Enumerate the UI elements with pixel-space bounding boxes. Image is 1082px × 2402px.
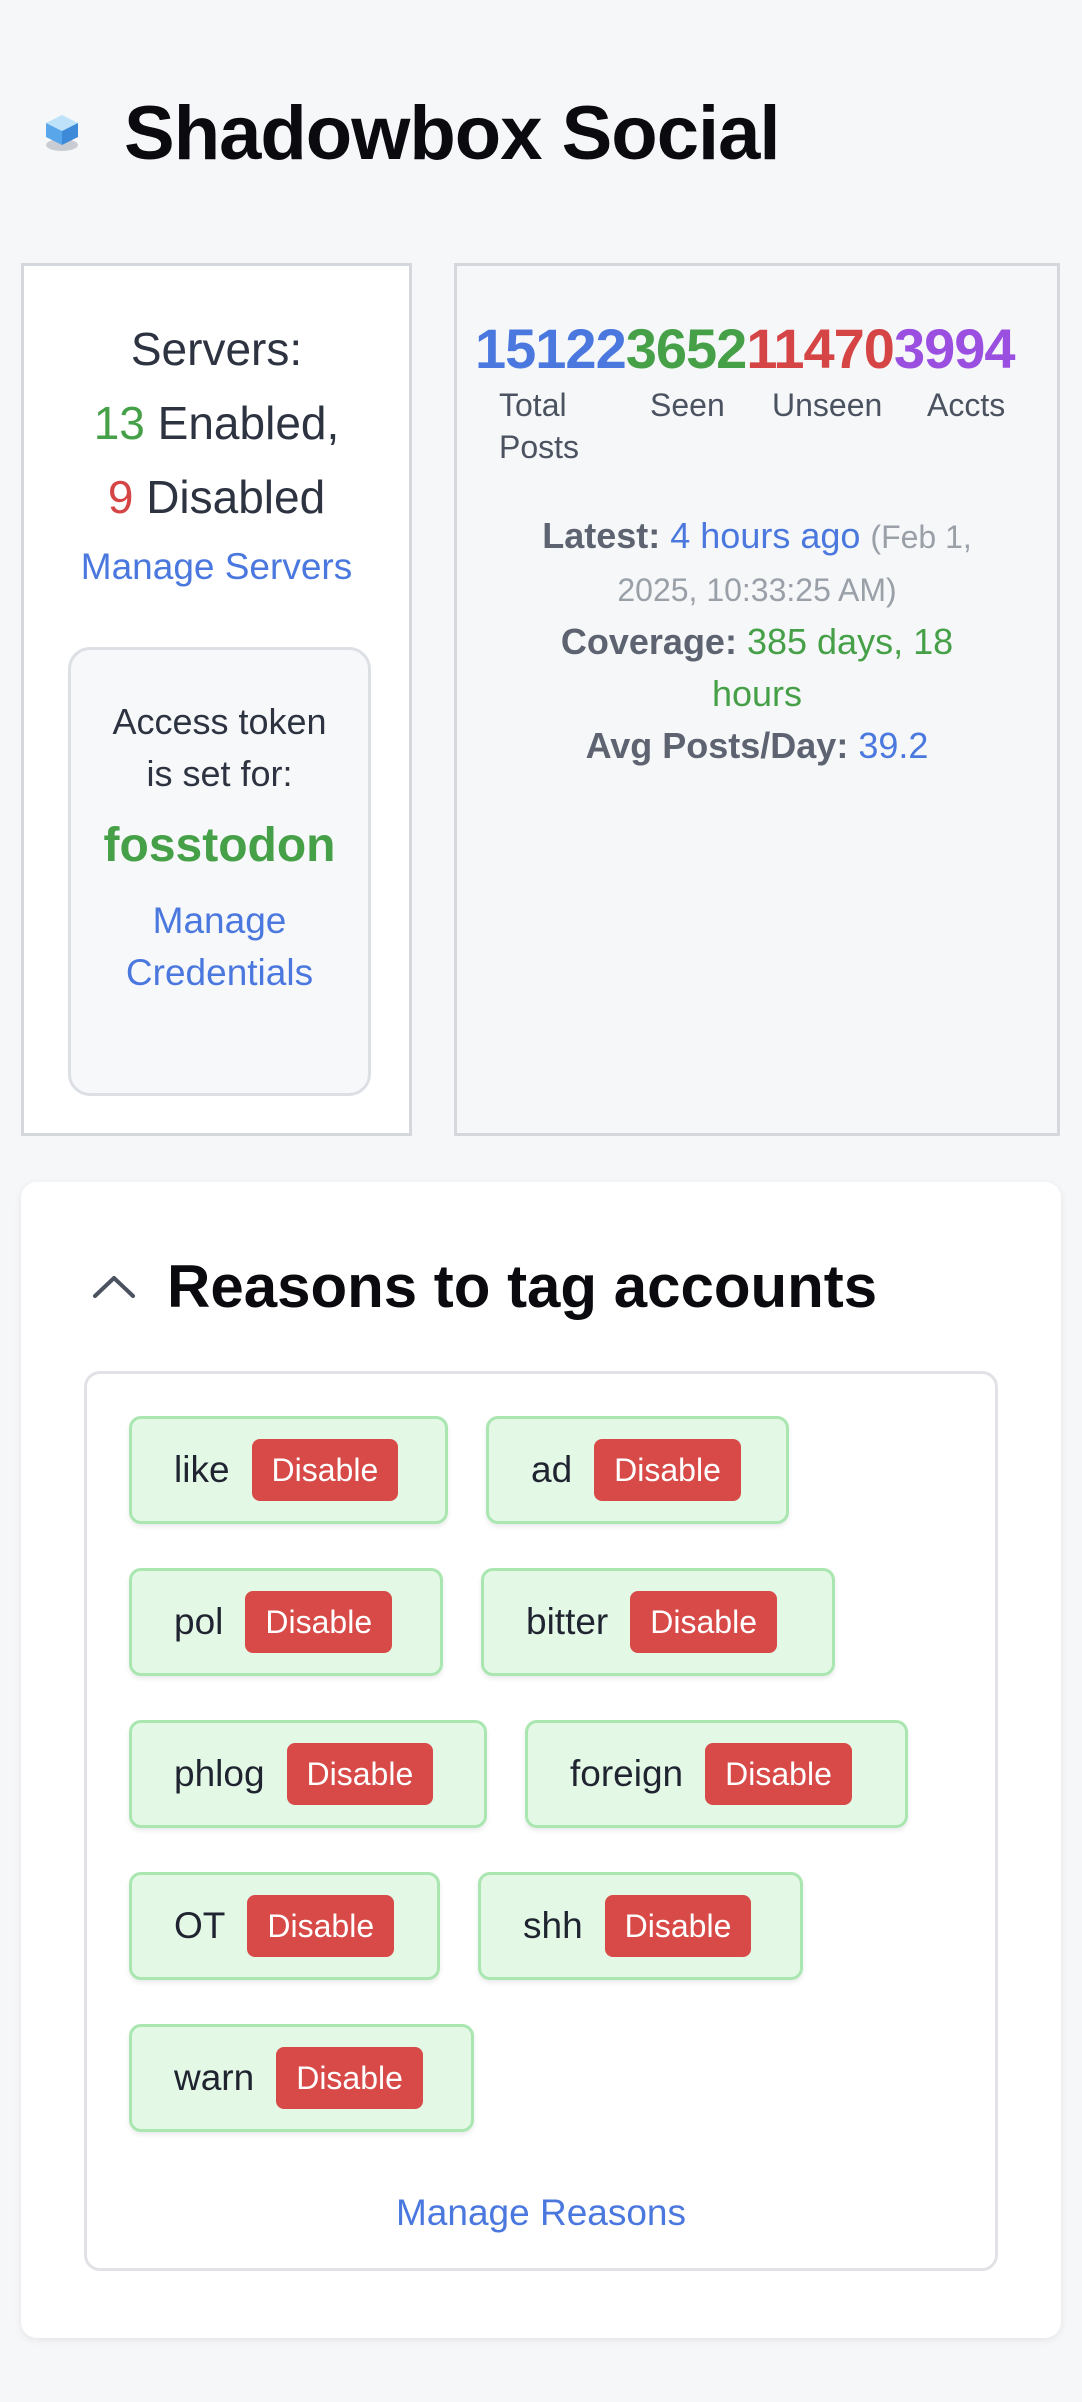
token-server-name: fosstodon [103, 819, 336, 872]
servers-enabled: 13 Enabled, [24, 386, 409, 460]
chevron-up-icon[interactable] [91, 1264, 137, 1310]
reasons-list: like Disable ad Disable pol Disable bitt… [84, 1371, 998, 2271]
enabled-label: Enabled, [157, 397, 340, 449]
disable-like-button[interactable]: Disable [251, 1439, 399, 1501]
servers-label: Servers: [130, 323, 303, 375]
total-posts-label: Total Posts [499, 387, 580, 465]
reason-label: phlog [174, 1753, 265, 1794]
reason-label: pol [174, 1601, 224, 1642]
accts-label: Accts [927, 387, 1006, 423]
stats-panel: 151223652114703994 Total Posts Seen Unse… [454, 263, 1060, 1136]
seen-count: 3652 [625, 317, 748, 380]
reason-chip-bitter: bitter Disable [481, 1568, 835, 1676]
reason-label: bitter [526, 1601, 609, 1642]
unseen-label: Unseen [772, 387, 883, 423]
reason-chip-ot: OT Disable [129, 1872, 440, 1980]
avg-posts-label: Avg Posts/Day: [585, 725, 849, 766]
disable-shh-button[interactable]: Disable [604, 1895, 752, 1957]
disabled-label: Disabled [146, 471, 326, 523]
reason-label: ad [531, 1449, 573, 1490]
enabled-count: 13 [93, 397, 145, 449]
servers-disabled: 9 Disabled [24, 460, 409, 534]
reason-chip-ad: ad Disable [486, 1416, 789, 1524]
disabled-count: 9 [107, 471, 134, 523]
app-header: Shadowbox Social [40, 88, 780, 178]
reasons-card: Reasons to tag accounts like Disable ad … [21, 1182, 1061, 2338]
reason-label: like [174, 1449, 230, 1490]
reasons-title: Reasons to tag accounts [167, 1253, 878, 1320]
disable-foreign-button[interactable]: Disable [705, 1743, 852, 1805]
reason-label: foreign [570, 1753, 684, 1794]
reason-chip-warn: warn Disable [129, 2024, 474, 2132]
disable-ot-button[interactable]: Disable [247, 1895, 395, 1957]
disable-ad-button[interactable]: Disable [594, 1439, 741, 1501]
manage-credentials-link[interactable]: Manage Credentials [71, 895, 368, 999]
latest-label: Latest: [542, 515, 661, 556]
reason-chip-like: like Disable [129, 1416, 448, 1524]
manage-servers-link[interactable]: Manage Servers [24, 546, 409, 588]
total-posts-count: 15122 [475, 317, 627, 380]
app-title: Shadowbox Social [124, 90, 780, 176]
stats-meta: Latest: 4 hours ago (Feb 1, 2025, 10:33:… [457, 510, 1057, 772]
latest-value: 4 hours ago [670, 515, 861, 556]
avg-posts-value: 39.2 [858, 725, 929, 766]
disable-pol-button[interactable]: Disable [245, 1591, 393, 1653]
reason-label: shh [523, 1905, 583, 1946]
token-status-text: Access token is set for: [112, 701, 327, 794]
reason-chip-shh: shh Disable [478, 1872, 803, 1980]
servers-summary: Servers: 13 Enabled, 9 Disabled [24, 312, 409, 534]
unseen-count: 11470 [746, 317, 895, 380]
stats-numbers: 151223652114703994 [475, 316, 1016, 381]
reason-label: OT [174, 1905, 226, 1946]
seen-label: Seen [650, 387, 725, 423]
reasons-header[interactable]: Reasons to tag accounts [91, 1252, 877, 1321]
reason-label: warn [174, 2057, 255, 2098]
cube-logo-icon [46, 115, 78, 151]
coverage-value: 385 days, 18 hours [711, 621, 954, 714]
disable-bitter-button[interactable]: Disable [630, 1591, 777, 1653]
servers-panel: Servers: 13 Enabled, 9 Disabled Manage S… [21, 263, 412, 1136]
disable-phlog-button[interactable]: Disable [286, 1743, 434, 1805]
reason-chip-foreign: foreign Disable [525, 1720, 908, 1828]
manage-reasons-link[interactable]: Manage Reasons [87, 2192, 995, 2234]
coverage-label: Coverage: [560, 621, 737, 662]
disable-warn-button[interactable]: Disable [276, 2047, 423, 2109]
reason-chip-pol: pol Disable [129, 1568, 443, 1676]
accts-count: 3994 [893, 317, 1016, 380]
reason-chip-phlog: phlog Disable [129, 1720, 487, 1828]
access-token-box: Access token is set for: fosstodon Manag… [68, 647, 371, 1096]
